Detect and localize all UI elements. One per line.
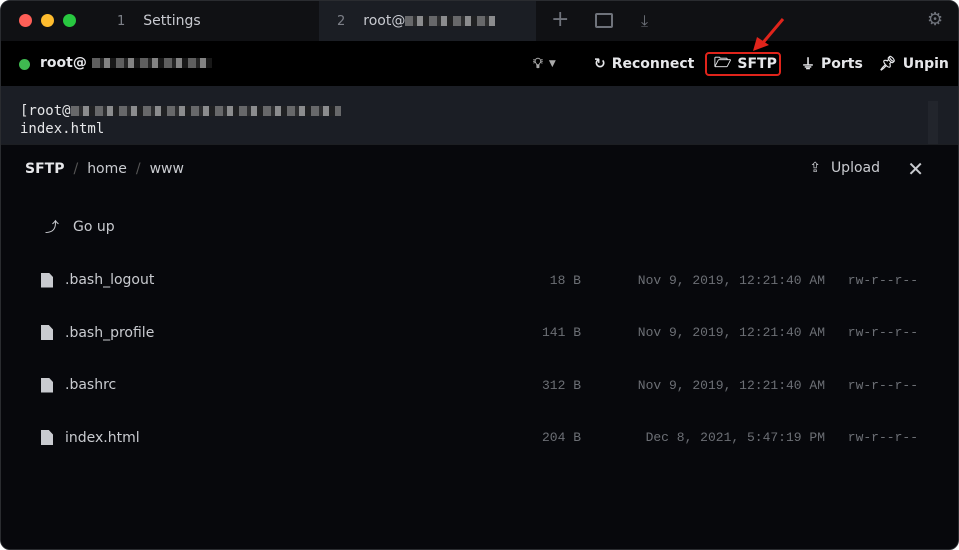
file-icon — [41, 377, 53, 393]
app-window: 1 Settings 2 root@ + ⤓ ⚙ root@ 💡︎ ▼ ↻ Reco… — [0, 0, 959, 550]
unpin-button[interactable]: 📌︎ Unpin — [879, 53, 949, 75]
tab-terminal[interactable]: 2 root@ — [319, 1, 536, 41]
sftp-panel: SFTP / home / www ⇪ Upload ✕ ⤴ Go up .bash_lo… — [1, 144, 958, 549]
upload-label: Upload — [830, 160, 880, 176]
file-size: 312 B — [541, 377, 581, 393]
pin-icon: 📌︎ — [879, 56, 897, 72]
file-icon — [41, 272, 53, 288]
new-tab-icon[interactable]: + — [551, 7, 569, 32]
breadcrumb-home[interactable]: home — [87, 161, 127, 177]
reconnect-button[interactable]: ↻ Reconnect — [594, 53, 694, 75]
red-arrow-annotation — [753, 18, 785, 51]
file-size: 204 B — [541, 430, 581, 445]
reconnect-label: Reconnect — [611, 56, 695, 72]
ports-button[interactable]: ⏚ Ports — [801, 53, 863, 75]
download-icon[interactable]: ⤓ — [641, 11, 648, 31]
file-modified: Dec 8, 2021, 5:47:19 PM — [645, 430, 825, 445]
upload-icon: ⇪ — [809, 160, 821, 176]
file-size: 18 B — [549, 272, 581, 288]
file-permissions: rw-r--r-- — [847, 430, 918, 445]
sftp-button[interactable]: 🗁 SFTP — [714, 53, 777, 75]
breadcrumb-sftp[interactable]: SFTP — [25, 161, 64, 177]
folder-open-icon: 🗁 — [714, 55, 732, 71]
file-modified: Nov 9, 2019, 12:21:40 AM — [637, 272, 825, 288]
redacted-text — [405, 16, 496, 26]
minimize-window-button[interactable] — [41, 14, 54, 27]
go-up-label: Go up — [73, 219, 115, 235]
file-name: .bash_profile — [65, 324, 155, 341]
terminal-output[interactable]: [root@ index.html — [1, 86, 958, 144]
file-name: index.html — [65, 429, 140, 446]
file-row[interactable]: .bash_logout 18 B Nov 9, 2019, 12:21:40 … — [1, 265, 958, 295]
file-row[interactable]: .bashrc 312 B Nov 9, 2019, 12:21:40 AM r… — [1, 370, 958, 400]
terminal-line: index.html — [20, 121, 105, 137]
file-icon — [41, 325, 53, 340]
sftp-label: SFTP — [737, 56, 777, 72]
zoom-window-button[interactable] — [63, 14, 76, 27]
file-permissions: rw-r--r-- — [847, 325, 918, 340]
upload-button[interactable]: ⇪ Upload — [809, 160, 880, 176]
file-icon — [41, 430, 53, 445]
tab-settings[interactable]: 1 Settings — [117, 1, 201, 41]
file-permissions: rw-r--r-- — [847, 272, 918, 288]
file-permissions: rw-r--r-- — [847, 377, 918, 393]
terminal-scrollbar[interactable] — [928, 101, 938, 144]
tab-number: 2 — [337, 13, 346, 29]
breadcrumb-www[interactable]: www — [150, 161, 184, 177]
unpin-label: Unpin — [902, 56, 949, 72]
close-icon[interactable]: ✕ — [907, 157, 924, 181]
ports-label: Ports — [821, 56, 863, 72]
gear-icon[interactable]: ⚙ — [927, 9, 943, 30]
windows-icon[interactable] — [595, 13, 613, 28]
terminal-line: [root@ — [20, 102, 939, 120]
tab-label: root@ — [363, 13, 406, 29]
file-size: 141 B — [541, 325, 581, 340]
title-bar: 1 Settings 2 root@ + ⤓ ⚙ — [1, 1, 958, 41]
file-name: .bash_logout — [65, 272, 155, 288]
file-modified: Nov 9, 2019, 12:21:40 AM — [637, 377, 825, 393]
plug-icon: ⏚ — [801, 57, 815, 73]
file-modified: Nov 9, 2019, 12:21:40 AM — [637, 325, 825, 340]
breadcrumb: SFTP / home / www — [25, 161, 184, 177]
reload-icon: ↻ — [594, 56, 606, 72]
file-name: .bashrc — [65, 377, 117, 393]
hints-dropdown[interactable]: 💡︎ ▼ — [533, 53, 556, 75]
tab-number: 1 — [117, 13, 126, 29]
connection-status-icon — [19, 59, 30, 70]
close-window-button[interactable] — [19, 14, 32, 27]
file-row[interactable]: .bash_profile 141 B Nov 9, 2019, 12:21:4… — [1, 318, 958, 348]
tab-label: Settings — [143, 13, 201, 29]
chevron-down-icon: ▼ — [548, 59, 556, 69]
file-row[interactable]: index.html 204 B Dec 8, 2021, 5:47:19 PM… — [1, 423, 958, 453]
go-up-item[interactable]: ⤴ Go up — [1, 212, 958, 242]
lightbulb-icon: 💡︎ — [533, 56, 543, 72]
host-label: root@ — [40, 55, 212, 71]
arrow-up-icon: ⤴ — [45, 220, 59, 236]
